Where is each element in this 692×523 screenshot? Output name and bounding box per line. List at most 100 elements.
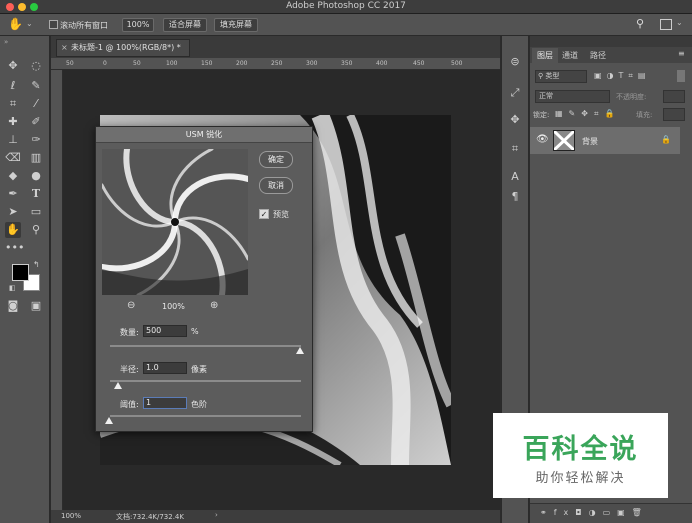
panel-top-strip: [530, 36, 692, 47]
filter-kind-select[interactable]: ⚲ 类型: [535, 70, 587, 83]
radius-input[interactable]: 1.0: [143, 362, 187, 374]
ruler-tick: 200: [236, 60, 248, 67]
blur-tool-icon[interactable]: ◆: [5, 168, 21, 184]
amount-label: 数量:: [120, 328, 139, 337]
radius-slider-thumb[interactable]: [114, 382, 122, 389]
curves-panel-icon[interactable]: ⤢: [507, 86, 523, 100]
close-tab-icon[interactable]: ×: [61, 40, 68, 56]
layer-row-background[interactable]: 👁 背景 🔒: [530, 127, 680, 154]
zoom-100-button[interactable]: 100%: [122, 18, 154, 32]
opacity-field[interactable]: [663, 90, 685, 103]
status-arrow-icon[interactable]: ›: [215, 511, 218, 519]
preview-checkbox[interactable]: ✓: [259, 209, 269, 219]
threshold-slider-track[interactable]: [110, 415, 301, 417]
healing-tool-icon[interactable]: ✚: [5, 114, 21, 130]
tab-layers[interactable]: 图层: [532, 48, 558, 63]
blend-mode-select[interactable]: 正常: [535, 90, 610, 103]
crop-tool-icon[interactable]: ⌗: [5, 96, 21, 112]
ok-button[interactable]: 确定: [259, 151, 293, 168]
filter-toggle[interactable]: [677, 70, 685, 82]
amount-slider-thumb[interactable]: [296, 347, 304, 354]
eraser-tool-icon[interactable]: ⌫: [5, 150, 21, 166]
ruler-tick: 300: [306, 60, 318, 67]
options-bar: ✋ ⌄ 滚动所有窗口 100% 适合屏幕 填充屏幕 ⚲ ⌄: [0, 14, 692, 36]
more-tools-icon[interactable]: •••: [5, 240, 24, 256]
amount-input[interactable]: 500: [143, 325, 187, 337]
threshold-input[interactable]: 1: [143, 397, 187, 409]
lock-icons[interactable]: ▦✎✥⌗🔒: [555, 109, 620, 119]
brush-tool-icon[interactable]: ✐: [28, 114, 44, 130]
zoom-out-icon[interactable]: ⊖: [127, 300, 135, 311]
fill-screen-button[interactable]: 填充屏幕: [214, 18, 258, 32]
filter-icons[interactable]: ▣◑T⌗▤: [594, 71, 651, 81]
fill-field[interactable]: [663, 108, 685, 121]
cancel-button[interactable]: 取消: [259, 177, 293, 194]
visibility-eye-icon[interactable]: 👁: [536, 134, 549, 145]
app-title: Adobe Photoshop CC 2017: [286, 1, 406, 11]
workspace-chevron-icon[interactable]: ⌄: [676, 18, 683, 27]
opacity-label: 不透明度:: [616, 93, 647, 101]
search-icon[interactable]: ⚲: [636, 17, 644, 30]
move-tool-icon[interactable]: ✥: [5, 58, 21, 74]
scroll-all-checkbox[interactable]: [49, 20, 58, 29]
character-panel-icon[interactable]: A: [507, 170, 523, 184]
preview-image[interactable]: [102, 149, 248, 295]
ruler-tick: 50: [66, 60, 74, 67]
layers-footer-icons[interactable]: ⚭fx◘◑▭▣🗑: [540, 508, 649, 517]
ruler-tick: 100: [166, 60, 178, 67]
gradient-tool-icon[interactable]: ▥: [28, 150, 44, 166]
tab-paths[interactable]: 路径: [590, 49, 606, 62]
threshold-slider-thumb[interactable]: [105, 417, 113, 424]
zoom-in-icon[interactable]: ⊕: [210, 300, 218, 311]
default-colors-icon[interactable]: ◧: [9, 284, 16, 292]
lock-label: 锁定:: [533, 111, 550, 119]
title-bar: Adobe Photoshop CC 2017: [0, 0, 692, 14]
marquee-tool-icon[interactable]: ◌: [28, 58, 44, 74]
workspace-icon[interactable]: [660, 19, 672, 30]
threshold-label: 阈值:: [120, 400, 139, 409]
status-bar: 100% 文档:732.4K/732.4K ›: [51, 510, 500, 523]
type-tool-icon[interactable]: T: [28, 186, 44, 202]
layer-lock-icon: 🔒: [661, 135, 671, 144]
preview-label: 预览: [273, 210, 289, 219]
history-brush-icon[interactable]: ✑: [28, 132, 44, 148]
fit-screen-button[interactable]: 适合屏幕: [163, 18, 207, 32]
hand-tool-active-icon[interactable]: ✋: [5, 222, 21, 238]
document-tab[interactable]: × 未标题-1 @ 100%(RGB/8*) *: [56, 39, 190, 57]
document-tab-label: 未标题-1 @ 100%(RGB/8*) *: [71, 43, 181, 52]
quick-select-tool-icon[interactable]: ✎: [28, 78, 44, 94]
rectangle-tool-icon[interactable]: ▭: [28, 204, 44, 220]
ruler-tick: 500: [451, 60, 463, 67]
screen-mode-icon[interactable]: ▣: [28, 298, 44, 314]
dodge-tool-icon[interactable]: ●: [28, 168, 44, 184]
hand-tool-icon[interactable]: ✋: [8, 17, 23, 31]
path-select-icon[interactable]: ➤: [5, 204, 21, 220]
watermark-title: 百科全说: [522, 434, 639, 465]
channels-panel-icon[interactable]: ⊜: [507, 55, 523, 69]
panel-menu-icon[interactable]: ≡: [678, 49, 685, 58]
stamp-tool-icon[interactable]: ⊥: [5, 132, 21, 148]
quick-mask-icon[interactable]: ◙: [5, 298, 21, 314]
amount-slider-track[interactable]: [110, 345, 301, 347]
paragraph-panel-icon[interactable]: ¶: [507, 190, 523, 204]
chevron-down-icon[interactable]: ⌄: [26, 19, 33, 28]
ruler-tick: 0: [103, 60, 107, 67]
lasso-tool-icon[interactable]: ℓ: [5, 78, 21, 94]
radius-label: 半径:: [120, 365, 139, 374]
collapse-icon[interactable]: »: [4, 38, 8, 46]
ruler-tick: 250: [271, 60, 283, 67]
eyedropper-tool-icon[interactable]: ⁄: [28, 96, 44, 112]
radius-slider-track[interactable]: [110, 380, 301, 382]
filter-kind-label: 类型: [545, 72, 560, 80]
foreground-color-swatch[interactable]: [12, 264, 29, 281]
status-doc-size: 文档:732.4K/732.4K: [116, 513, 184, 521]
swap-colors-icon[interactable]: ↰: [33, 260, 40, 269]
zoom-tool-icon[interactable]: ⚲: [28, 222, 44, 238]
preview-zoom-level: 100%: [162, 302, 185, 311]
tab-channels[interactable]: 通道: [562, 49, 578, 62]
layers-footer: ⚭fx◘◑▭▣🗑: [530, 503, 692, 523]
pen-tool-icon[interactable]: ✒: [5, 186, 21, 202]
crop-preset-icon[interactable]: ⌗: [507, 142, 523, 156]
dialog-title: USM 锐化: [96, 127, 312, 143]
tools-preset-icon[interactable]: ✥: [507, 113, 523, 127]
